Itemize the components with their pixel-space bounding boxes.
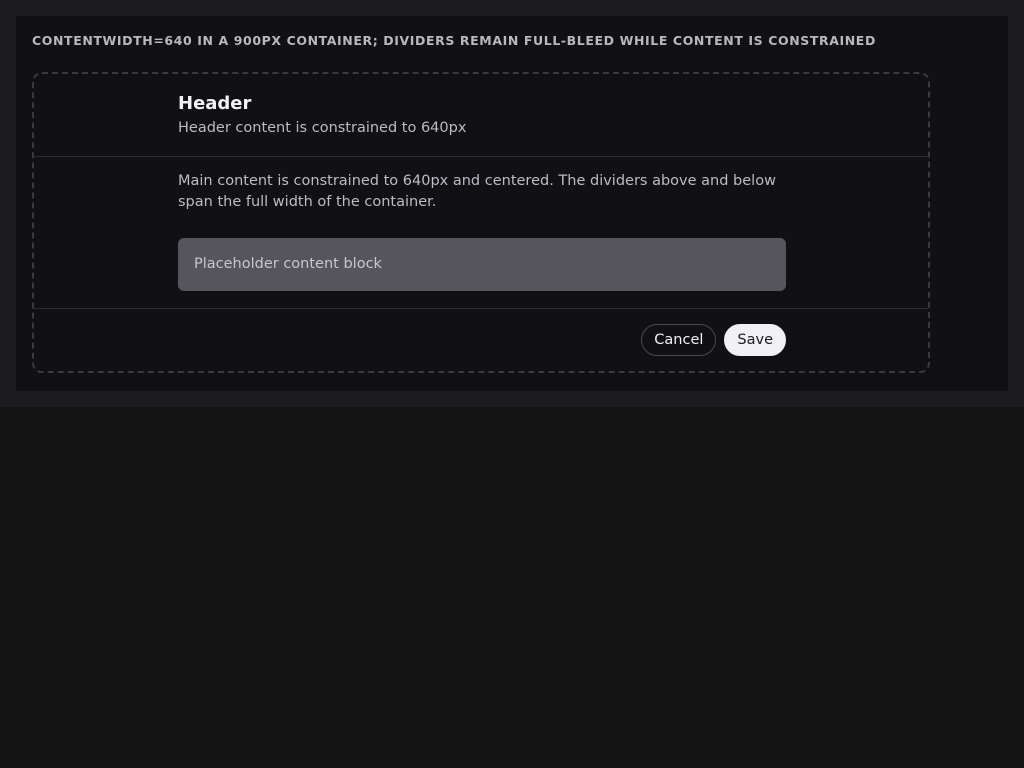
constrained-container: Header Header content is constrained to …	[32, 72, 930, 373]
cancel-button[interactable]: Cancel	[641, 324, 717, 356]
demo-panel: CONTENTWIDTH=640 IN A 900PX CONTAINER; D…	[16, 16, 1008, 391]
header-section: Header Header content is constrained to …	[34, 74, 928, 157]
main-content-text: Main content is constrained to 640px and…	[178, 173, 776, 210]
main-section: Main content is constrained to 640px and…	[34, 156, 928, 309]
header-title: Header	[178, 93, 252, 114]
footer-section: Cancel Save	[34, 309, 928, 373]
placeholder-content-block: Placeholder content block	[178, 238, 786, 291]
demo-caption: CONTENTWIDTH=640 IN A 900PX CONTAINER; D…	[32, 33, 876, 48]
footer-actions: Cancel Save	[178, 324, 786, 356]
page-band: CONTENTWIDTH=640 IN A 900PX CONTAINER; D…	[0, 0, 1024, 407]
save-button[interactable]: Save	[724, 324, 786, 356]
header-subtitle: Header content is constrained to 640px	[178, 120, 467, 136]
